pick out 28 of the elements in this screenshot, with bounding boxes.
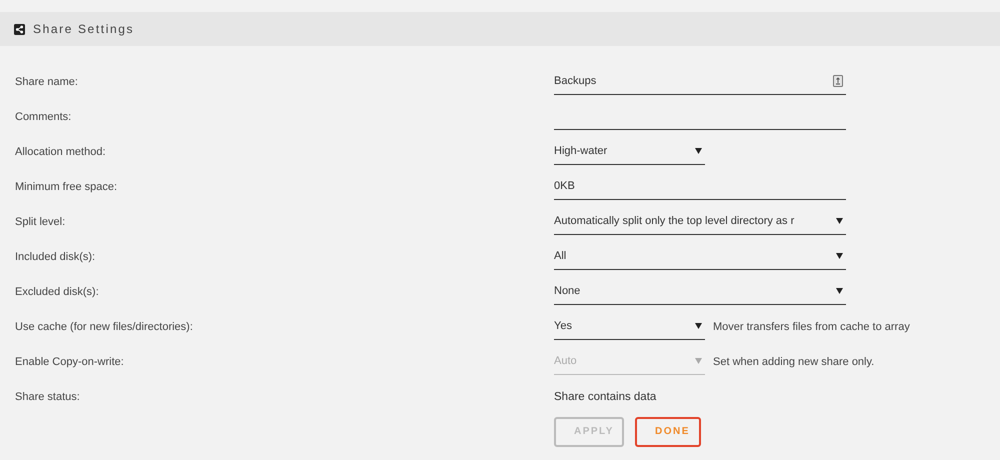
field-label: Minimum free space:	[15, 180, 118, 192]
caret-icon	[836, 288, 843, 294]
caret-icon	[695, 358, 702, 364]
dropdown[interactable]: High-water	[554, 138, 705, 164]
field-label: Enable Copy-on-write:	[15, 356, 125, 368]
field-label: Split level:	[15, 216, 66, 228]
dropdown[interactable]: All	[554, 244, 846, 270]
field-label: Allocation method:	[15, 146, 106, 158]
caret-icon	[695, 148, 702, 154]
caret-icon	[836, 253, 843, 259]
caret-icon	[695, 323, 702, 329]
help-text: Set when adding new share only.	[713, 356, 874, 368]
field-label: Use cache (for new files/directories):	[15, 320, 194, 332]
status-text: Share contains data	[554, 390, 656, 402]
help-text: Mover transfers files from cache to array	[713, 320, 910, 332]
dropdown[interactable]: None	[554, 278, 846, 304]
section-title: Share Settings	[33, 22, 134, 36]
caret-icon	[836, 218, 843, 224]
field-label: Included disk(s):	[15, 250, 96, 262]
dropdown[interactable]: Yes	[554, 314, 705, 340]
field-label: Share status:	[15, 390, 81, 402]
share-icon	[14, 24, 25, 34]
dropdown[interactable]: Automatically split only the top level directory as r	[554, 208, 846, 234]
input-field[interactable]: Backups	[554, 68, 846, 94]
input-field[interactable]: 0KB	[554, 174, 846, 200]
field-label: Comments:	[15, 110, 72, 122]
field-label: Share name:	[15, 76, 79, 88]
field-label: Excluded disk(s):	[15, 286, 100, 298]
